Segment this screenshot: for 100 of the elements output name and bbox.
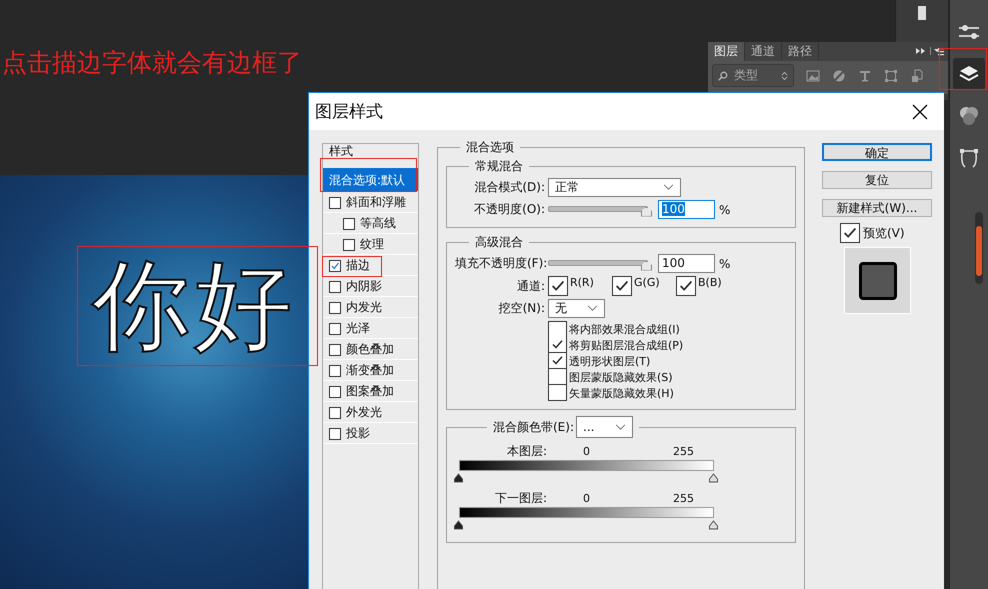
style-item[interactable]: 图案叠加	[323, 381, 418, 402]
group-title: 常规混合	[474, 158, 524, 175]
fill-input[interactable]: 100	[658, 254, 715, 273]
style-item[interactable]: 描边	[323, 255, 418, 276]
checkbox[interactable]	[329, 386, 341, 398]
checkbox[interactable]	[329, 428, 341, 440]
knockout-dropdown[interactable]: 无	[548, 299, 605, 318]
checkbox[interactable]	[343, 238, 355, 250]
checkbox[interactable]	[329, 364, 341, 376]
band-value: 255	[672, 444, 695, 458]
slider-thumb[interactable]	[708, 473, 719, 483]
opacity-input[interactable]: 100	[658, 200, 715, 219]
fill-slider[interactable]	[548, 258, 652, 270]
checkbox[interactable]	[329, 260, 341, 272]
style-item[interactable]: 外发光	[323, 402, 418, 423]
checkbox[interactable]	[548, 337, 567, 353]
field-label: 填充不透明度(F):	[455, 255, 545, 272]
gradient-slider[interactable]	[453, 460, 720, 485]
style-item[interactable]: 斜面和浮雕	[323, 192, 418, 213]
checkbox-label: 将内部效果混合成组(I)	[569, 322, 680, 336]
style-item[interactable]: 纹理	[323, 234, 418, 255]
checkbox[interactable]	[548, 320, 567, 338]
filter-dropdown[interactable]: 类型	[712, 64, 794, 87]
checkbox-label: G(G)	[634, 276, 660, 289]
checkbox-label: 图层蒙版隐藏效果(S)	[569, 370, 673, 384]
checkbox-label: B(B)	[698, 276, 722, 289]
unit-label: %	[719, 202, 730, 216]
checkbox[interactable]	[343, 218, 355, 230]
checkbox[interactable]	[676, 276, 696, 296]
style-item[interactable]: 渐变叠加	[323, 360, 418, 381]
field-label: 通道:	[516, 278, 545, 294]
check-icon	[330, 260, 340, 270]
checkbox[interactable]	[329, 344, 341, 356]
list-header: 样式	[328, 144, 354, 159]
band-value: 0	[582, 444, 591, 458]
checkbox-label: R(R)	[570, 276, 594, 289]
unit-label: %	[719, 256, 730, 270]
band-label: 下一图层:	[494, 490, 547, 506]
annotation-box	[322, 256, 382, 277]
dialog-button[interactable]: 确定	[822, 143, 932, 161]
close-icon[interactable]	[912, 104, 928, 120]
checkbox[interactable]	[612, 276, 632, 296]
slider-thumb[interactable]	[453, 473, 464, 483]
mode-dropdown[interactable]: 正常	[548, 178, 681, 197]
window-title: 图层样式	[315, 101, 383, 123]
checkbox[interactable]	[329, 280, 341, 292]
style-item[interactable]: 投影	[323, 423, 418, 444]
style-item[interactable]: 内发光	[323, 297, 418, 318]
checkbox[interactable]	[840, 223, 860, 243]
style-item[interactable]: 光泽	[323, 318, 418, 339]
checkbox[interactable]	[329, 322, 341, 334]
half-circle-icon[interactable]	[832, 68, 846, 82]
chevron-down-icon	[663, 184, 674, 191]
style-item[interactable]: 内阴影	[323, 276, 418, 297]
filter-value: 类型	[734, 67, 758, 84]
scrollbar[interactable]	[975, 212, 983, 284]
type-icon[interactable]	[858, 68, 872, 82]
panel-tab[interactable]: 图层	[708, 42, 745, 61]
dialog-button[interactable]: 复位	[822, 171, 932, 189]
checkbox-label: 预览(V)	[863, 224, 905, 242]
updown-icon	[781, 70, 788, 82]
checkbox[interactable]	[548, 353, 567, 369]
gradient-slider[interactable]	[453, 507, 720, 532]
checkbox-label: 将剪贴图层混合成组(P)	[569, 338, 684, 352]
checkbox[interactable]	[548, 385, 567, 401]
style-item[interactable]: 混合选项:默认	[323, 168, 418, 192]
annotation-box	[939, 48, 987, 90]
search-icon	[718, 70, 728, 82]
checkbox[interactable]	[329, 302, 341, 314]
transform-icon[interactable]	[884, 68, 898, 82]
checkbox-label: 透明形状图层(T)	[569, 354, 650, 368]
band-value: 255	[672, 492, 695, 504]
band-value: 0	[582, 492, 591, 504]
checkbox[interactable]	[548, 369, 567, 385]
preview-swatch	[844, 247, 911, 314]
chevron-down-icon	[615, 424, 626, 430]
section-title: 混合选项	[465, 139, 515, 156]
style-item[interactable]: 等高线	[323, 213, 418, 234]
slider-thumb[interactable]	[708, 520, 719, 530]
panel-tab[interactable]: 路径	[782, 42, 819, 61]
annotation-text: 点击描边字体就会有边框了	[2, 47, 302, 79]
layers-icon[interactable]	[953, 58, 985, 90]
dialog-button[interactable]: 新建样式(W)...	[822, 199, 932, 217]
panel-menu-icon[interactable]	[914, 46, 944, 56]
checkbox[interactable]	[329, 406, 341, 418]
panel-tab[interactable]: 通道	[745, 42, 782, 61]
style-item[interactable]: 颜色叠加	[323, 339, 418, 360]
checkbox[interactable]	[329, 196, 341, 208]
slider-thumb[interactable]	[453, 520, 464, 530]
image-icon[interactable]	[806, 68, 820, 82]
checkbox[interactable]	[548, 276, 568, 296]
opacity-slider[interactable]	[548, 204, 652, 216]
blend-if-dropdown[interactable]: ...	[576, 416, 633, 438]
group-title: 高级混合	[474, 234, 524, 251]
document-icon[interactable]	[910, 68, 924, 82]
field-label: 混合模式(D):	[473, 179, 545, 196]
field-label: 混合颜色带(E):	[493, 418, 574, 436]
canvas-text: 你好	[92, 257, 296, 355]
band-label: 本图层:	[506, 442, 547, 460]
field-label: 挖空(N):	[498, 300, 545, 317]
